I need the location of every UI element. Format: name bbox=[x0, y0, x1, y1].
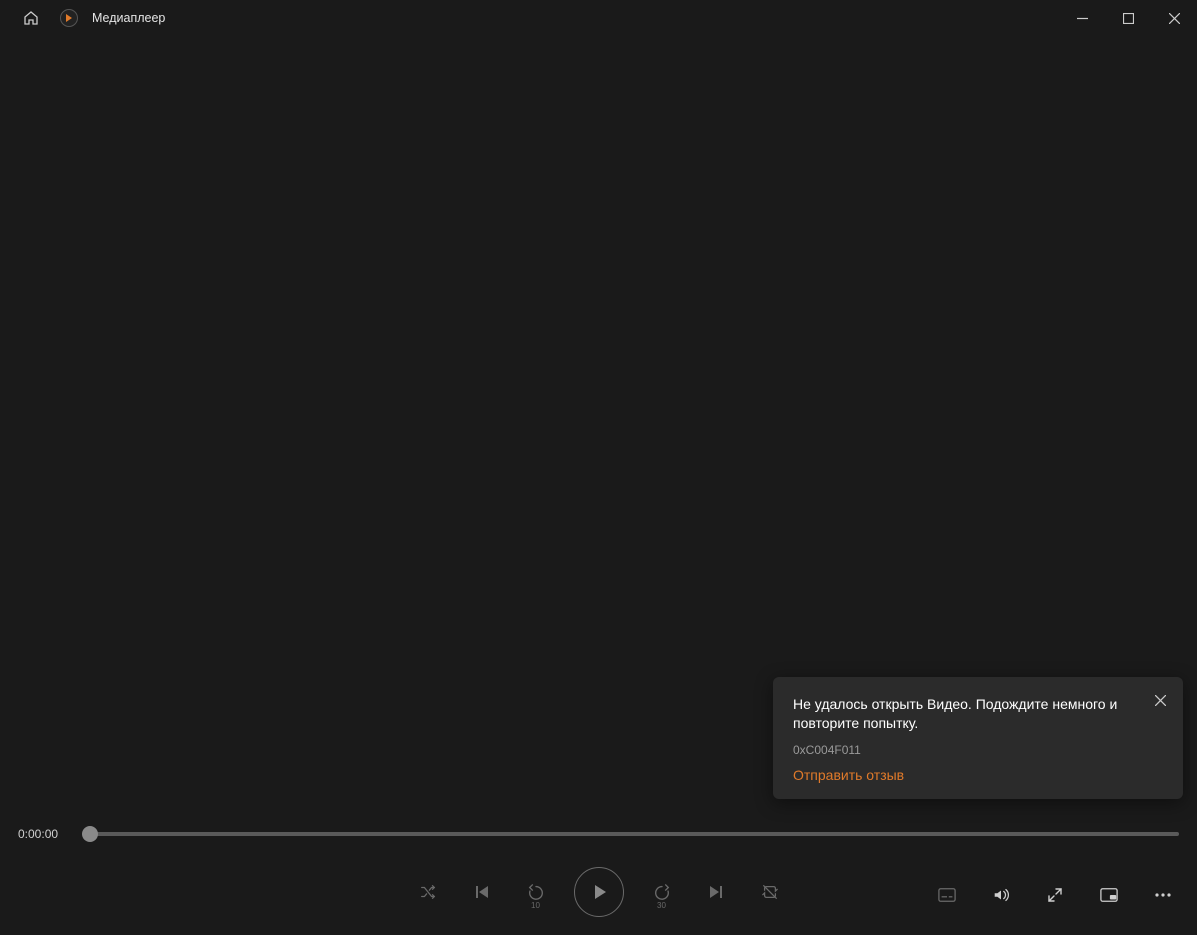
fullscreen-icon bbox=[1047, 887, 1063, 903]
mini-player-button[interactable] bbox=[1093, 879, 1125, 911]
fullscreen-button[interactable] bbox=[1039, 879, 1071, 911]
close-icon bbox=[1155, 695, 1166, 706]
shuffle-icon bbox=[419, 883, 437, 901]
seek-bar-row: 0:00:00 bbox=[0, 813, 1197, 855]
controls-center: 10 30 bbox=[412, 867, 786, 917]
seek-slider[interactable] bbox=[84, 832, 1179, 836]
app-title: Медиаплеер bbox=[92, 11, 165, 25]
shuffle-button[interactable] bbox=[412, 876, 444, 908]
subtitles-icon bbox=[938, 887, 956, 903]
skip-forward-icon bbox=[653, 883, 671, 901]
playback-controls: 10 30 bbox=[0, 855, 1197, 935]
play-icon bbox=[590, 883, 608, 901]
skip-forward-button[interactable]: 30 bbox=[646, 876, 678, 908]
next-button[interactable] bbox=[700, 876, 732, 908]
volume-button[interactable] bbox=[985, 879, 1017, 911]
error-toast: Не удалось открыть Видео. Подождите немн… bbox=[773, 677, 1183, 799]
previous-icon bbox=[474, 884, 490, 900]
toast-feedback-link[interactable]: Отправить отзыв bbox=[793, 767, 1163, 783]
repeat-off-icon bbox=[761, 883, 779, 901]
current-time-label: 0:00:00 bbox=[18, 827, 62, 841]
seek-thumb[interactable] bbox=[82, 826, 98, 842]
close-button[interactable] bbox=[1151, 0, 1197, 36]
more-options-button[interactable] bbox=[1147, 879, 1179, 911]
more-icon bbox=[1155, 893, 1171, 897]
home-icon bbox=[23, 10, 39, 26]
video-display-area[interactable]: Не удалось открыть Видео. Подождите немн… bbox=[0, 36, 1197, 813]
home-button[interactable] bbox=[16, 3, 46, 33]
maximize-icon bbox=[1123, 13, 1134, 24]
toast-error-code: 0xC004F011 bbox=[793, 743, 1163, 757]
previous-button[interactable] bbox=[466, 876, 498, 908]
title-bar-left: Медиаплеер bbox=[0, 3, 165, 33]
repeat-button[interactable] bbox=[754, 876, 786, 908]
subtitles-button[interactable] bbox=[931, 879, 963, 911]
skip-forward-label: 30 bbox=[646, 901, 678, 910]
skip-back-button[interactable]: 10 bbox=[520, 876, 552, 908]
window-controls bbox=[1059, 0, 1197, 36]
minimize-icon bbox=[1077, 13, 1088, 24]
volume-icon bbox=[992, 886, 1010, 904]
close-icon bbox=[1169, 13, 1180, 24]
mini-player-icon bbox=[1100, 887, 1118, 903]
maximize-button[interactable] bbox=[1105, 0, 1151, 36]
title-bar: Медиаплеер bbox=[0, 0, 1197, 36]
toast-close-button[interactable] bbox=[1147, 687, 1173, 713]
controls-right bbox=[931, 879, 1179, 911]
skip-back-label: 10 bbox=[520, 901, 552, 910]
skip-back-icon bbox=[527, 883, 545, 901]
minimize-button[interactable] bbox=[1059, 0, 1105, 36]
play-button[interactable] bbox=[574, 867, 624, 917]
next-icon bbox=[708, 884, 724, 900]
app-icon bbox=[60, 9, 78, 27]
toast-message: Не удалось открыть Видео. Подождите немн… bbox=[793, 695, 1163, 733]
